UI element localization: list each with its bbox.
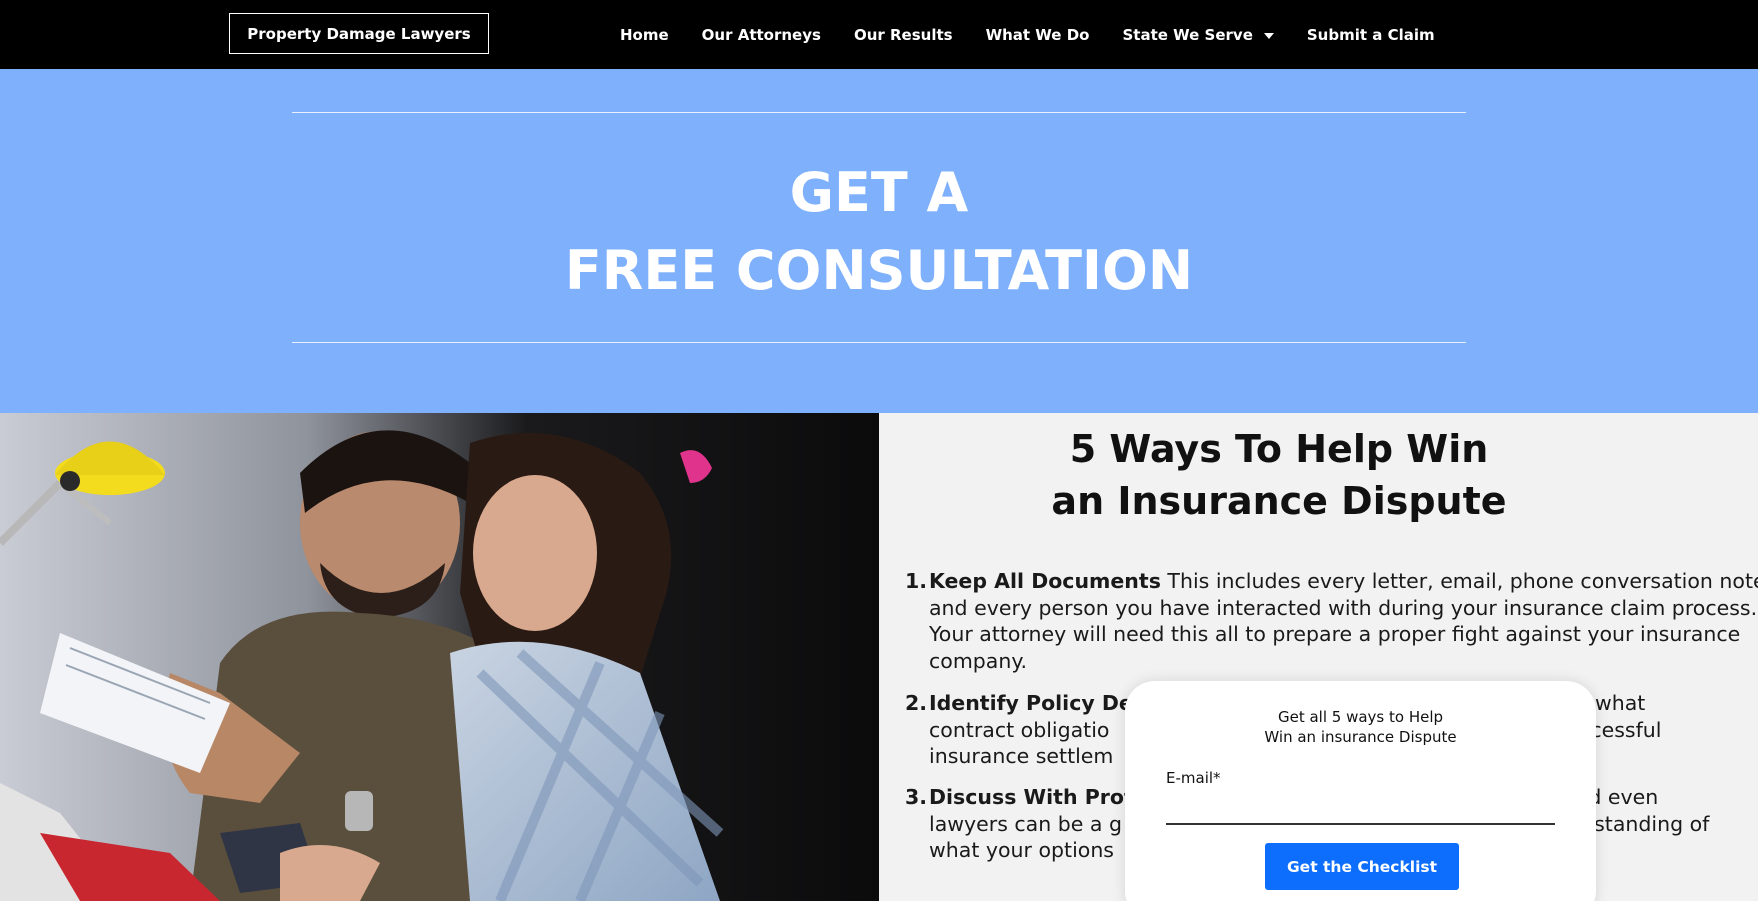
couple-reviewing-documents-photo (0, 413, 879, 901)
nav-what-we-do[interactable]: What We Do (986, 26, 1090, 44)
nav-links: Home Our Attorneys Our Results What We D… (620, 0, 1468, 69)
tip-heading: Discuss With Profe (929, 785, 1147, 809)
hero-divider-bottom (292, 342, 1466, 343)
brand-logo-button[interactable]: Property Damage Lawyers (229, 13, 489, 54)
email-label: E-mail* (1166, 769, 1221, 787)
get-the-checklist-button[interactable]: Get the Checklist (1265, 843, 1459, 890)
tip-text: company. (929, 648, 1028, 673)
tip-text: Your attorney will need this all to prep… (929, 622, 1741, 646)
nav-our-attorneys[interactable]: Our Attorneys (702, 26, 821, 44)
top-navigation: Property Damage Lawyers Home Our Attorne… (0, 0, 1758, 69)
caret-down-icon[interactable] (1263, 32, 1274, 39)
hero-banner: GET A FREE CONSULTATION (0, 69, 1758, 413)
tip-text: lawyers can be a g (929, 811, 1122, 836)
nav-home[interactable]: Home (620, 26, 669, 44)
hero-title-line1: GET A (789, 161, 969, 224)
tip-text: and every person you have interacted wit… (929, 595, 1758, 620)
tip-text: This includes every letter, email, phone… (1160, 569, 1758, 593)
nav-state-we-serve[interactable]: State We Serve (1122, 25, 1274, 44)
section-title-line1: 5 Ways To Help Win (1069, 427, 1489, 471)
popup-heading-line1: Get all 5 ways to Help (1277, 708, 1444, 726)
nav-submit-a-claim[interactable]: Submit a Claim (1307, 26, 1435, 44)
section-title-line2: an Insurance Dispute (1051, 479, 1507, 523)
hero-divider-top (292, 112, 1466, 113)
tip-number: 1. (905, 569, 928, 593)
tip-heading: Keep All Documents (929, 569, 1161, 593)
email-field[interactable] (1166, 793, 1555, 825)
hero-title-line2: FREE CONSULTATION (564, 239, 1194, 302)
nav-our-results[interactable]: Our Results (854, 26, 953, 44)
checklist-signup-popup: Get all 5 ways to Help Win an insurance … (1125, 681, 1596, 901)
tip-heading: Identify Policy Det (929, 691, 1143, 715)
nav-state-we-serve-label: State We Serve (1122, 25, 1253, 44)
tip-text: contract obligatio (929, 717, 1110, 742)
tip-number: 3. (905, 785, 928, 809)
popup-heading-line2: Win an insurance Dispute (1264, 728, 1457, 746)
tip-number: 2. (905, 691, 928, 715)
